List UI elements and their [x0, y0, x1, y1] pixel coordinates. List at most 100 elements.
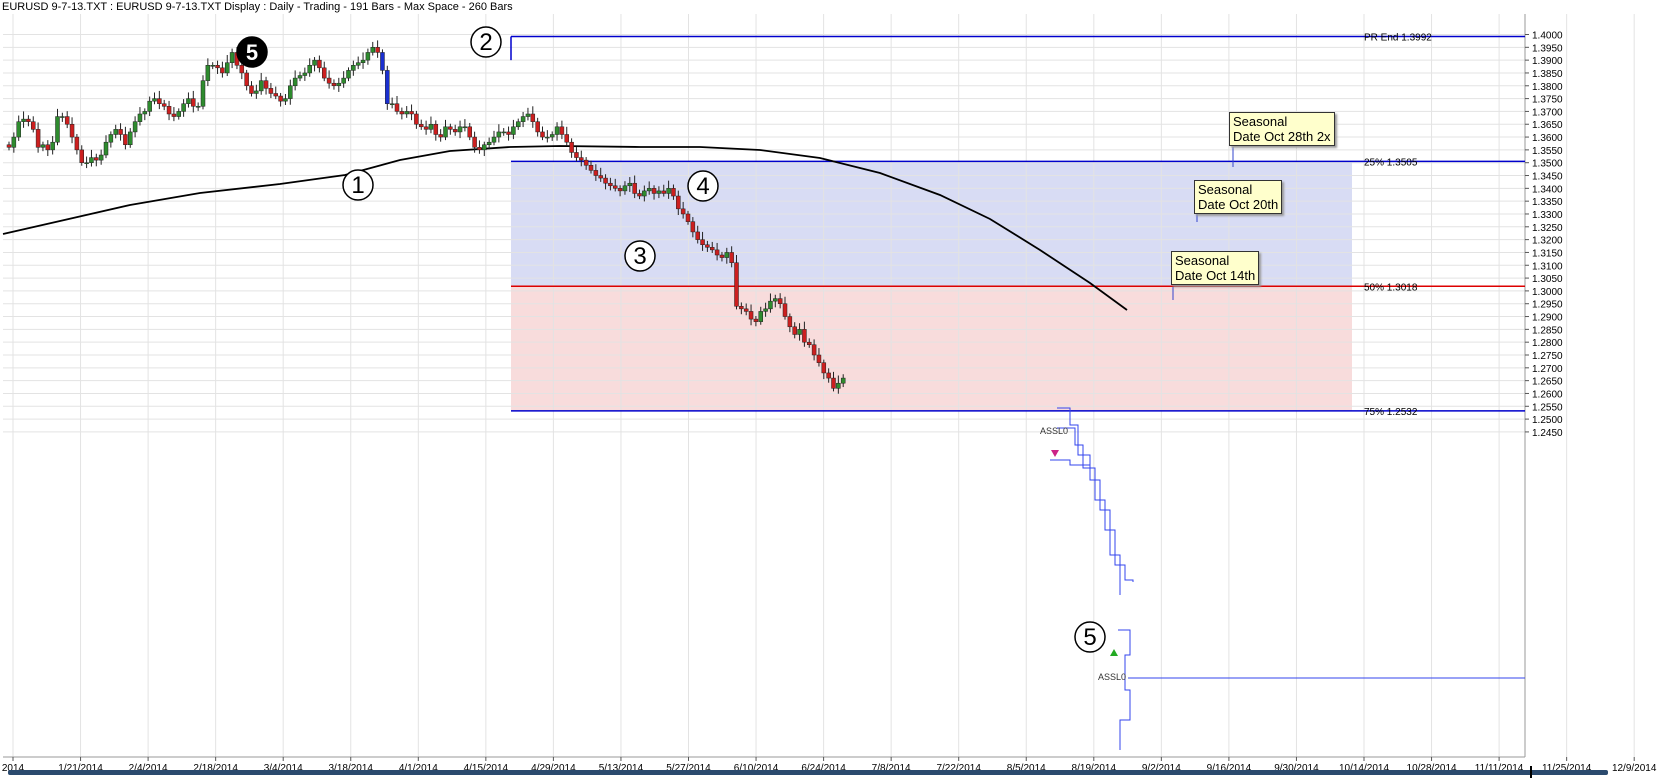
candle-body — [768, 300, 773, 310]
y-tick-label: 1.3500 — [1532, 159, 1563, 170]
y-tick-label: 1.3950 — [1532, 43, 1563, 54]
candle-body — [574, 152, 579, 158]
candle-body — [317, 59, 322, 69]
candle-body — [545, 136, 550, 139]
level-label: 75% 1.2532 — [1364, 407, 1418, 418]
candle-body — [64, 116, 70, 125]
y-tick-label: 1.3600 — [1532, 133, 1563, 144]
y-tick-label: 1.3150 — [1532, 248, 1563, 259]
candle-body — [438, 134, 443, 138]
candle-body — [394, 103, 400, 112]
candle-body — [297, 75, 303, 79]
candle-body — [748, 311, 754, 320]
candle-body — [60, 116, 65, 118]
candle-body — [666, 188, 671, 194]
candle-body — [292, 77, 298, 87]
candle-body — [448, 126, 453, 130]
candle-body — [220, 67, 225, 74]
y-tick-label: 1.2900 — [1532, 313, 1563, 324]
candle-body — [433, 123, 439, 135]
candle-body — [724, 252, 730, 258]
candle-body — [389, 103, 395, 105]
candle-body — [45, 144, 51, 151]
candle-body — [802, 329, 807, 343]
candle-body — [336, 82, 342, 87]
horizontal-scrollbar[interactable] — [8, 770, 1608, 775]
candle-body — [254, 90, 259, 94]
candle-body — [355, 62, 361, 66]
candle-body — [443, 126, 448, 138]
candle-body — [137, 113, 143, 122]
y-tick-label: 1.3800 — [1532, 82, 1563, 93]
candle-body — [399, 111, 405, 115]
candle-body — [210, 65, 215, 67]
candle-body — [414, 113, 419, 125]
candle-body — [482, 144, 487, 151]
candle-body — [375, 47, 380, 53]
candle-body — [268, 88, 274, 94]
candle-body — [428, 123, 434, 130]
candle-body — [6, 144, 12, 148]
candle-body — [11, 136, 17, 148]
candle-body — [108, 134, 114, 143]
candle-body — [617, 188, 623, 192]
candle-body — [380, 52, 385, 71]
candle-body — [307, 65, 312, 74]
candle-body — [331, 82, 337, 87]
candle-body — [89, 157, 94, 163]
candle-body — [705, 244, 710, 248]
seasonal-note-title: Seasonal — [1233, 114, 1288, 129]
candle-body — [16, 121, 21, 138]
wave-label-text: 2 — [479, 29, 492, 56]
wave-label-text: 1 — [351, 172, 364, 199]
seasonal-note: Seasonal Date Oct 14th — [1171, 251, 1260, 285]
candle-body — [176, 111, 181, 117]
candle-body — [787, 316, 793, 328]
candle-body — [128, 131, 133, 146]
candle-body — [564, 134, 569, 143]
candle-body — [671, 188, 676, 197]
seasonal-note-date: Date Oct 14th — [1175, 268, 1256, 283]
price-chart[interactable]: PR End 1.3992 25% 1.3505 50% 1.3018 75% 1.2… — [0, 0, 1662, 779]
candle-body — [549, 134, 555, 138]
candle-body — [26, 118, 31, 122]
candle-body — [239, 65, 245, 74]
candle-body — [792, 326, 797, 335]
level-label: PR End 1.3992 — [1364, 33, 1432, 44]
candle-body — [215, 65, 220, 69]
candle-body — [200, 80, 206, 107]
candle-body — [360, 59, 366, 63]
candle-body — [622, 185, 628, 192]
candle-body — [152, 98, 157, 102]
candle-body — [404, 111, 409, 115]
candle-body — [603, 177, 608, 184]
y-tick-label: 1.3900 — [1532, 56, 1563, 67]
candle-body — [409, 111, 414, 115]
candle-body — [632, 182, 637, 194]
candle-body — [249, 85, 254, 94]
candle-body — [166, 106, 172, 115]
candle-body — [559, 126, 565, 135]
candle-body — [191, 98, 196, 107]
candle-body — [278, 95, 283, 102]
candle-body — [452, 129, 458, 133]
y-tick-label: 1.3100 — [1532, 261, 1563, 272]
candle-body — [763, 308, 768, 312]
level-label: 50% 1.3018 — [1364, 282, 1418, 293]
scrollbar-end-marker[interactable] — [1530, 766, 1532, 778]
y-tick-label: 1.3550 — [1532, 146, 1563, 157]
candle-body — [719, 254, 725, 258]
candle-body — [773, 298, 778, 302]
y-tick-label: 1.3300 — [1532, 210, 1563, 221]
y-tick-label: 1.3350 — [1532, 197, 1563, 208]
trailing-stop-line — [1057, 427, 1134, 582]
trailing-stop-line — [1118, 629, 1131, 750]
candle-body — [50, 141, 55, 151]
candle-body — [94, 157, 99, 161]
y-tick-label: 1.3700 — [1532, 107, 1563, 118]
candle-body — [157, 98, 162, 104]
y-tick-label: 1.2500 — [1532, 415, 1563, 426]
marker-label-lower: ASSL0 — [1098, 672, 1126, 682]
candle-body — [506, 131, 511, 135]
candle-body — [326, 77, 332, 84]
